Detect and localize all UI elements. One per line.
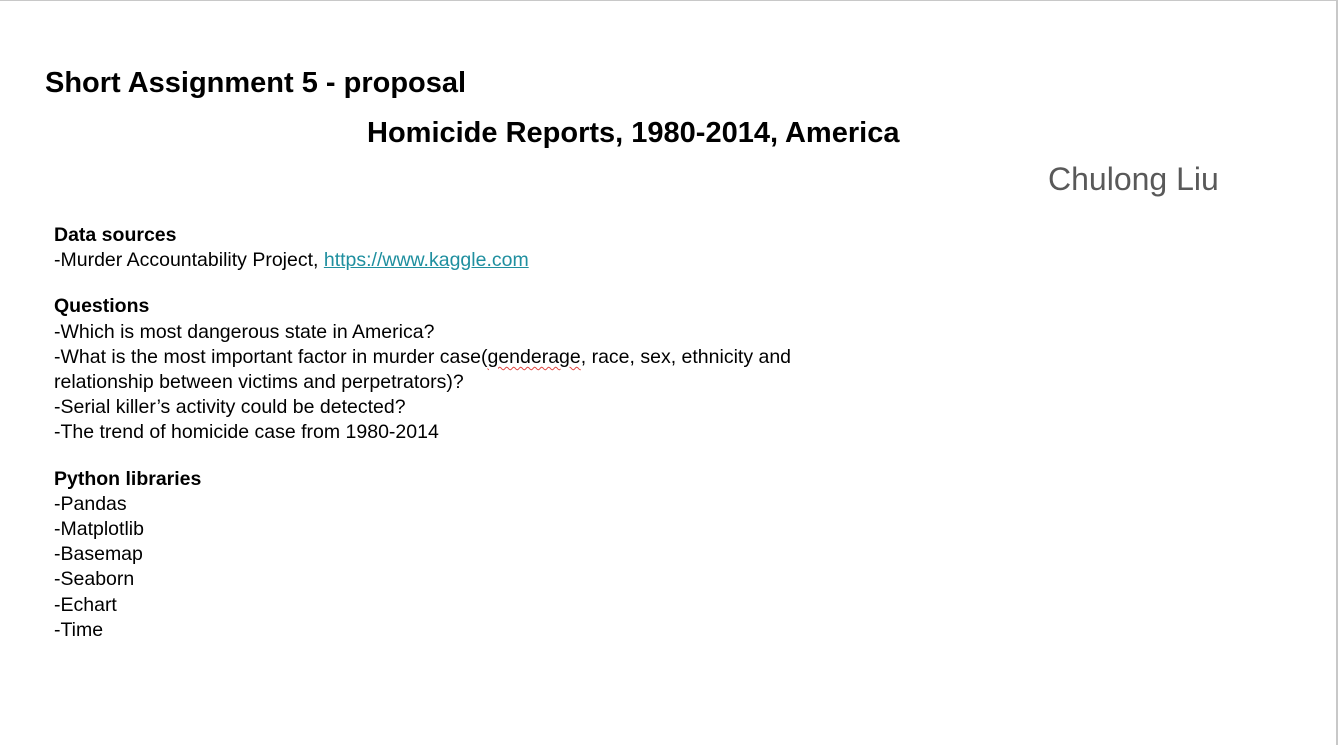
question-item-1: -Which is most dangerous state in Americ… <box>54 320 435 343</box>
library-item: -Pandas <box>54 492 127 515</box>
kaggle-link[interactable]: https://www.kaggle.com <box>324 249 529 271</box>
question-2-text-start: -What is the most important factor in mu… <box>54 345 488 368</box>
question-item-2: -What is the most important factor in mu… <box>54 345 854 370</box>
library-item: -Seaborn <box>54 568 135 591</box>
data-sources-heading: Data sources <box>54 224 177 246</box>
data-source-item: -Murder Accountability Project, https://… <box>54 248 854 273</box>
author-name: Chulong Liu <box>1048 161 1219 197</box>
spellcheck-flagged-word[interactable]: genderage <box>487 346 580 368</box>
library-item: -Matplotlib <box>54 518 144 541</box>
slide-title: Short Assignment 5 - proposal <box>45 67 467 99</box>
questions-heading: Questions <box>54 295 150 318</box>
python-libraries-heading: Python libraries <box>54 467 202 490</box>
slide-canvas: Short Assignment 5 - proposal Homicide R… <box>0 0 1338 745</box>
library-item: -Echart <box>54 593 117 616</box>
question-item-3: -Serial killer’s activity could be detec… <box>54 396 406 419</box>
question-2-text-end: , race, sex, ethnicity and <box>580 345 792 368</box>
question-item-4: -The trend of homicide case from 1980-20… <box>54 421 439 444</box>
slide-body: Data sources -Murder Accountability Proj… <box>54 223 854 643</box>
slide-subtitle: Homicide Reports, 1980-2014, America <box>367 117 900 149</box>
library-item: -Basemap <box>54 543 143 566</box>
question-item-2-continued: relationship between victims and perpetr… <box>54 371 464 394</box>
data-source-label: -Murder Accountability Project, <box>54 249 324 272</box>
library-item: -Time <box>54 618 104 641</box>
